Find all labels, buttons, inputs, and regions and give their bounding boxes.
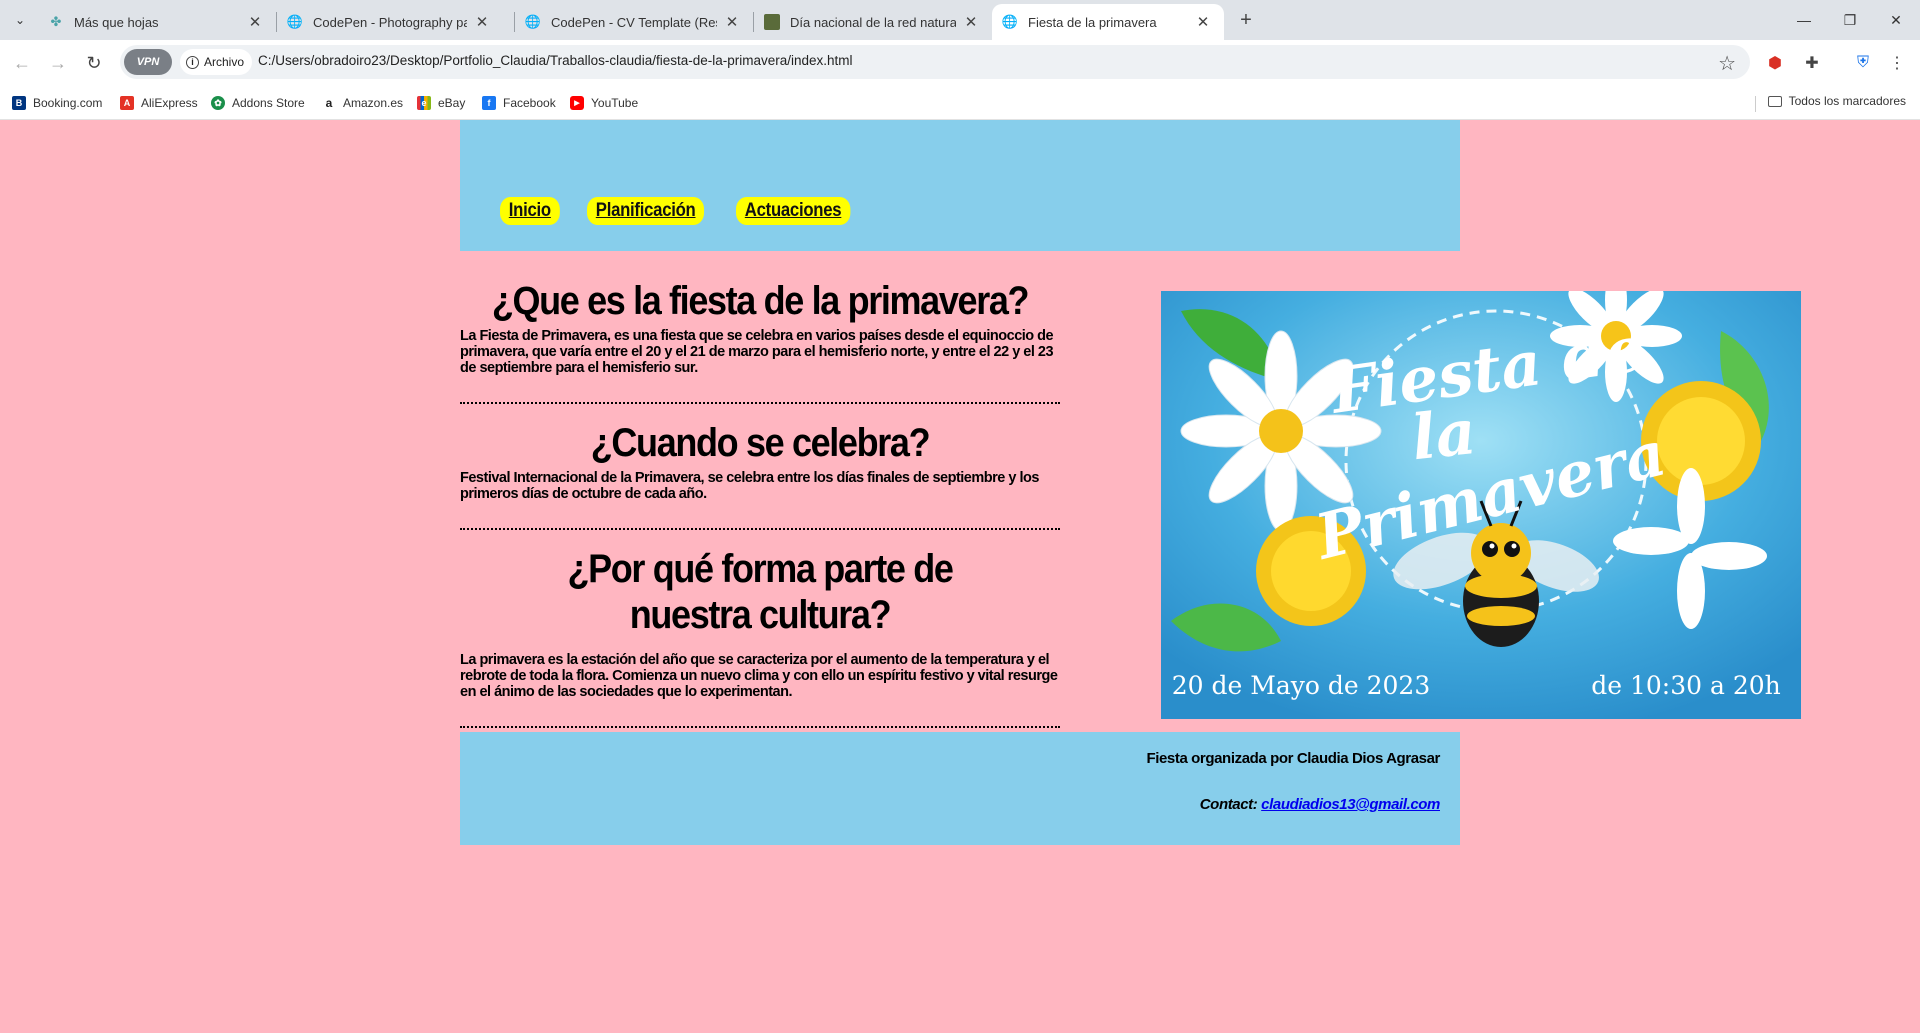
dotted-divider [460,402,1060,404]
section-que-es: ¿Que es la fiesta de la primavera? La Fi… [460,278,1060,404]
section-title: ¿Cuando se celebra? [590,421,931,465]
bookmark-ebay[interactable]: e eBay [417,94,465,112]
bookmark-youtube[interactable]: ▶ YouTube [570,94,638,112]
section-text: La Fiesta de Primavera, es una fiesta qu… [460,328,1054,376]
folder-icon [1767,95,1782,107]
close-icon[interactable]: ✕ [246,13,264,31]
youtube-icon: ▶ [570,96,584,110]
url-text[interactable]: C:/Users/obradoiro23/Desktop/Portfolio_C… [258,53,853,68]
adblock-extension-icon[interactable]: ⬢ [1764,52,1786,74]
footer-organizer: Fiesta organizada por Claudia Dios Agras… [1146,750,1440,767]
new-tab-plus-icon[interactable]: + [1234,8,1258,32]
poster-time: de 10:30 a 20h [1591,671,1781,700]
site-footer: Fiesta organizada por Claudia Dios Agras… [460,732,1460,845]
tab-codepen-photography[interactable]: 🌐 CodePen - Photography page c ✕ [277,4,503,40]
close-icon[interactable]: ✕ [723,13,741,31]
close-icon[interactable]: ✕ [962,13,980,31]
section-text: Festival Internacional de la Primavera, … [460,470,1039,502]
extensions-puzzle-icon[interactable]: ✚ [1801,52,1823,74]
bookmark-amazon[interactable]: a Amazon.es [322,94,403,112]
site-header: Inicio Planificación Actuaciones [460,120,1460,251]
section-text: La primavera es la estación del año que … [460,652,1058,700]
facebook-icon: f [482,96,496,110]
section-cultura: ¿Por qué forma parte de nuestra cultura?… [460,546,1060,728]
tab-search-chevron-icon[interactable]: ⌄ [8,8,32,32]
addons-store-icon: ✿ [211,96,225,110]
close-icon[interactable]: ✕ [473,13,491,31]
address-bar[interactable]: VPN i Archivo C:/Users/obradoiro23/Deskt… [120,45,1750,79]
globe-icon: 🌐 [1001,14,1019,29]
aliexpress-icon: A [120,96,134,110]
fiesta-poster-image: Fiesta de la Primavera 20 de Mayo de 202… [1161,291,1801,719]
all-bookmarks-button[interactable]: Todos los marcadores [1767,94,1906,108]
tab-strip: ⌄ ✤ Más que hojas ✕ 🌐 CodePen - Photogra… [0,0,1920,40]
globe-icon: 🌐 [524,14,542,29]
vpn-badge[interactable]: VPN [124,49,172,75]
close-icon[interactable]: ✕ [1194,13,1212,31]
shield-extension-icon[interactable]: ⛨ [1852,52,1874,74]
bookmark-star-icon[interactable]: ☆ [1718,51,1736,76]
bookmark-addons-store[interactable]: ✿ Addons Store [211,94,305,112]
web-page: Inicio Planificación Actuaciones ¿Que es… [0,120,1920,1033]
dotted-divider [460,528,1060,530]
tab-codepen-cv[interactable]: 🌐 CodePen - CV Template (Respo ✕ [515,4,753,40]
nav-inicio-link[interactable]: Inicio [500,197,560,225]
bookmark-aliexpress[interactable]: A AliExpress [120,94,198,112]
nav-actuaciones-link[interactable]: Actuaciones [736,197,851,225]
booking-icon: B [12,96,26,110]
main-content: ¿Que es la fiesta de la primavera? La Fi… [460,278,1060,728]
section-cuando: ¿Cuando se celebra? Festival Internacion… [460,420,1060,530]
poster-date: 20 de Mayo de 2023 [1172,671,1431,700]
poster-illustration: Fiesta de la Primavera 20 de Mayo de 202… [1161,291,1801,719]
window-close-icon[interactable]: ✕ [1884,8,1908,32]
kebab-menu-icon[interactable]: ⋮ [1886,52,1908,74]
image-favicon-icon [764,14,780,30]
dotted-divider [460,726,1060,728]
back-arrow-icon[interactable]: ← [10,51,34,75]
footer-contact: Contact: claudiadios13@gmail.com [1199,796,1441,813]
tab-dia-nacional[interactable]: Día nacional de la red natura 2C ✕ [754,4,992,40]
leaf-favicon-icon: ✤ [50,14,62,29]
tab-fiesta-primavera[interactable]: 🌐 Fiesta de la primavera ✕ [992,4,1224,40]
bookmark-booking[interactable]: B Booking.com [12,94,102,112]
bookmarks-divider [1755,96,1756,112]
bookmark-facebook[interactable]: f Facebook [482,94,556,112]
contact-email-link[interactable]: claudiadios13@gmail.com [1261,796,1440,813]
minimize-icon[interactable]: — [1792,8,1816,32]
contact-label: Contact: [1199,796,1258,813]
site-info-chip[interactable]: i Archivo [180,49,253,75]
browser-toolbar: ← → ↻ VPN i Archivo C:/Users/obradoiro23… [0,40,1920,86]
restore-icon[interactable]: ❐ [1838,8,1862,32]
info-icon: i [186,55,199,69]
forward-arrow-icon[interactable]: → [46,51,70,75]
ebay-icon: e [417,96,431,110]
bookmarks-bar: B Booking.com A AliExpress ✿ Addons Stor… [0,86,1920,120]
nav-planificacion-link[interactable]: Planificación [587,197,705,225]
tab-mas-que-hojas[interactable]: ✤ Más que hojas ✕ [38,4,276,40]
reload-icon[interactable]: ↻ [82,51,106,75]
globe-icon: 🌐 [286,14,304,29]
section-title: ¿Por qué forma parte de nuestra cultura? [567,547,953,637]
section-title: ¿Que es la fiesta de la primavera? [491,279,1030,323]
amazon-icon: a [322,96,336,110]
